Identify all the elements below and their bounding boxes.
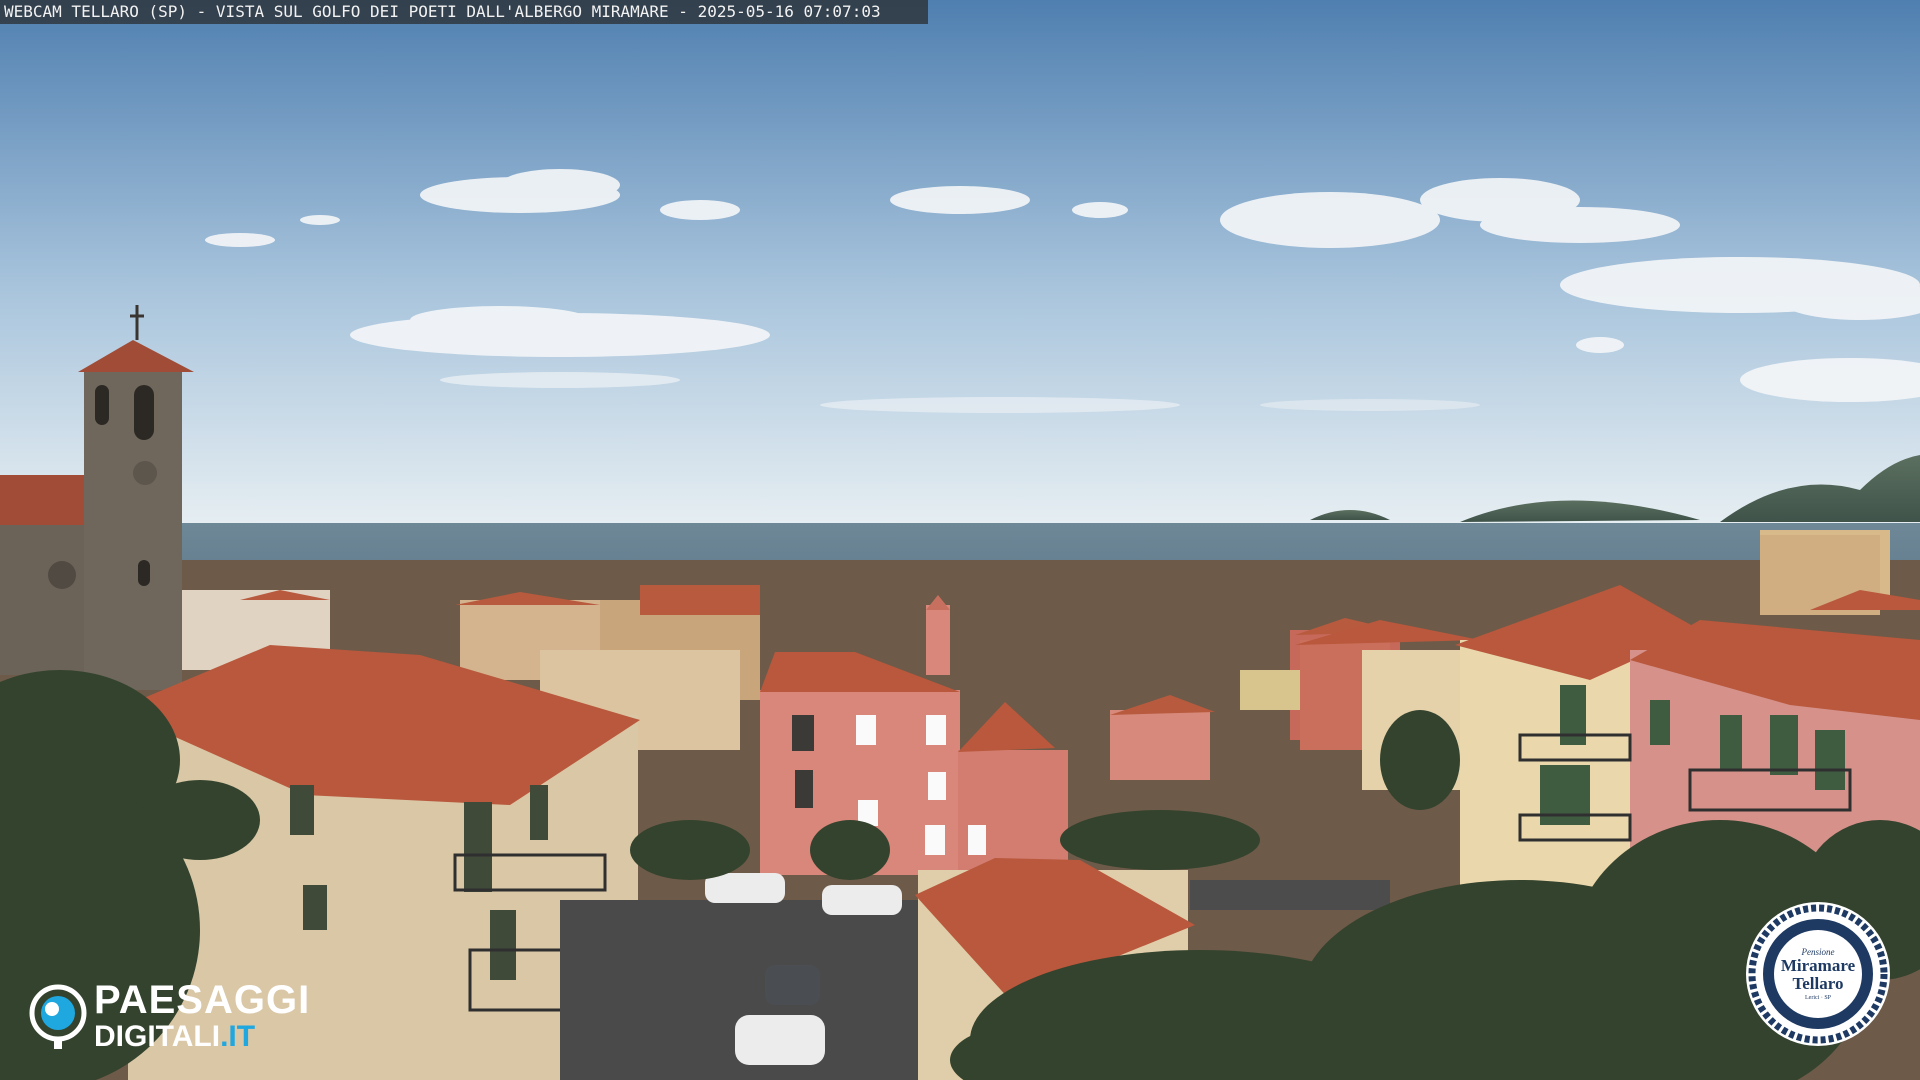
- logo-wordmark: PAESAGGI DIGITALI.IT: [94, 980, 310, 1052]
- eye-icon-spacer: [28, 988, 84, 1044]
- logo-line2: DIGITALI.IT: [94, 1022, 310, 1052]
- hotel-badge-text: Pensione Miramare Tellaro Lerici · SP: [1744, 900, 1892, 1048]
- hotel-miramare-badge: Pensione Miramare Tellaro Lerici · SP: [1744, 900, 1892, 1048]
- logo-line2-suffix: .IT: [220, 1020, 256, 1053]
- hotel-badge-bottom: Lerici · SP: [1805, 994, 1831, 1001]
- hotel-badge-name1: Miramare: [1780, 956, 1856, 976]
- hotel-badge-name2: Tellaro: [1792, 974, 1844, 993]
- logo-line2-main: DIGITALI: [94, 1020, 221, 1053]
- paesaggi-digitali-logo: PAESAGGI DIGITALI.IT: [28, 980, 348, 1052]
- webcam-caption: WEBCAM TELLARO (SP) - VISTA SUL GOLFO DE…: [0, 0, 928, 24]
- logo-line1: PAESAGGI: [94, 978, 311, 1022]
- sky: [0, 0, 1920, 525]
- webcam-photo: [0, 0, 1920, 1080]
